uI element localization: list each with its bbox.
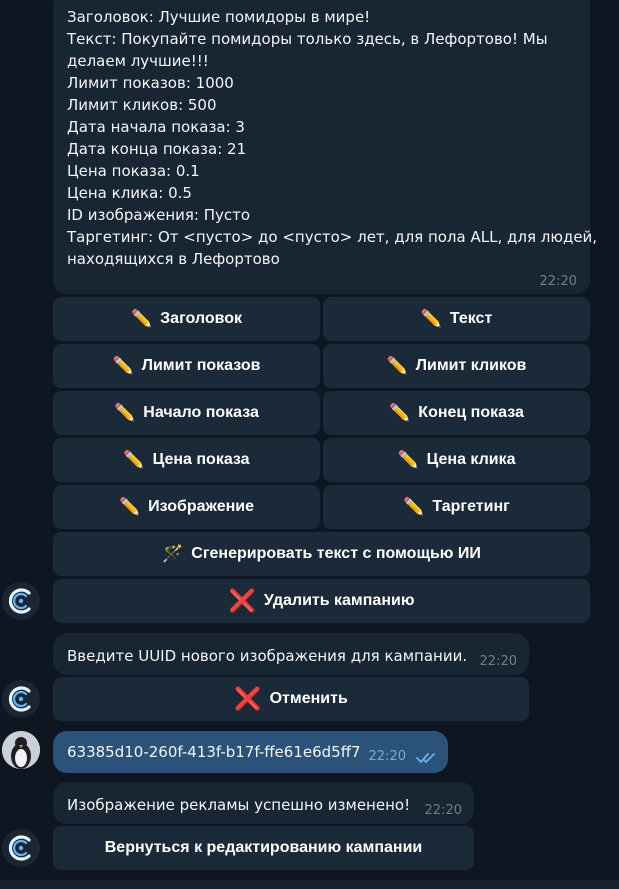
campaign-info-line: находящихся в Лефортово bbox=[67, 250, 280, 268]
campaign-info-line: Таргетинг: От <пусто> до <пусто> лет, дл… bbox=[67, 228, 598, 246]
edit-targeting-button[interactable]: ✏️ Таргетинг bbox=[323, 485, 590, 529]
cancel-button[interactable]: ❌ Отменить bbox=[53, 677, 529, 721]
bot-avatar[interactable] bbox=[2, 680, 40, 718]
double-check-icon bbox=[416, 753, 435, 763]
magic-wand-icon: 🪄 bbox=[162, 544, 184, 564]
button-label: Лимит кликов bbox=[415, 357, 527, 374]
campaign-info-line: Цена клика: 0.5 bbox=[67, 184, 192, 202]
bot-avatar[interactable] bbox=[2, 829, 40, 867]
button-label: Лимит показов bbox=[141, 357, 261, 374]
cross-icon: ❌ bbox=[228, 588, 256, 614]
edit-impression-price-button[interactable]: ✏️ Цена показа bbox=[53, 438, 320, 482]
button-label: Текст bbox=[449, 310, 493, 327]
message-time: 22:20 bbox=[424, 803, 462, 818]
delete-campaign-button[interactable]: ❌ Удалить кампанию bbox=[53, 579, 590, 623]
pencil-icon: ✏️ bbox=[112, 356, 134, 376]
campaign-info-line: Цена показа: 0.1 bbox=[67, 162, 200, 180]
pencil-icon: ✏️ bbox=[389, 403, 411, 423]
edit-impressions-limit-button[interactable]: ✏️ Лимит показов bbox=[53, 344, 320, 388]
campaign-info-line: Дата начала показа: 3 bbox=[67, 118, 245, 136]
generate-ai-text-button[interactable]: 🪄 Сгенерировать текст с помощью ИИ bbox=[53, 532, 590, 576]
campaign-info-line: Лимит показов: 1000 bbox=[67, 74, 234, 92]
button-label: Заголовок bbox=[160, 310, 243, 327]
bot-logo-icon bbox=[2, 680, 40, 718]
campaign-info-line: Лимит кликов: 500 bbox=[67, 96, 217, 114]
button-label: Начало показа bbox=[143, 404, 259, 421]
pencil-icon: ✏️ bbox=[123, 450, 145, 470]
button-label: Удалить кампанию bbox=[263, 592, 415, 609]
campaign-info-line: делаем лучшие!!! bbox=[67, 52, 209, 70]
button-label: Цена клика bbox=[426, 451, 516, 468]
button-label: Изображение bbox=[148, 498, 254, 515]
message-time: 22:20 bbox=[539, 274, 577, 289]
edit-start-button[interactable]: ✏️ Начало показа bbox=[53, 391, 320, 435]
button-label: Отменить bbox=[269, 690, 348, 707]
message-time: 22:20 bbox=[368, 749, 406, 764]
prompt-text: Введите UUID нового изображения для камп… bbox=[67, 647, 468, 665]
button-label: Таргетинг bbox=[432, 498, 510, 515]
bot-logo-icon bbox=[2, 582, 40, 620]
pencil-icon: ✏️ bbox=[386, 356, 408, 376]
button-label: Сгенерировать текст с помощью ИИ bbox=[191, 545, 481, 562]
campaign-info-line: Дата конца показа: 21 bbox=[67, 140, 247, 158]
edit-title-button[interactable]: ✏️ Заголовок bbox=[53, 297, 320, 341]
cross-icon: ❌ bbox=[234, 686, 262, 712]
success-text: Изображение рекламы успешно изменено! bbox=[67, 796, 411, 814]
campaign-info-line: Заголовок: Лучшие помидоры в мире! bbox=[67, 8, 371, 26]
edit-image-button[interactable]: ✏️ Изображение bbox=[53, 485, 320, 529]
prompt-message: Введите UUID нового изображения для камп… bbox=[53, 633, 529, 675]
button-label: Вернуться к редактированию кампании bbox=[104, 839, 423, 856]
edit-text-button[interactable]: ✏️ Текст bbox=[323, 297, 590, 341]
pencil-icon: ✏️ bbox=[119, 497, 141, 517]
back-to-editing-button[interactable]: Вернуться к редактированию кампании bbox=[53, 826, 474, 870]
campaign-info-message: ID кампании: 2431b80f-62f7-4b0c-8f69-d5d… bbox=[53, 0, 598, 294]
pencil-icon: ✏️ bbox=[114, 403, 136, 423]
pencil-icon: ✏️ bbox=[397, 450, 419, 470]
campaign-info-text: ID кампании: 2431b80f-62f7-4b0c-8f69-d5d… bbox=[67, 0, 598, 270]
bot-avatar[interactable] bbox=[2, 582, 40, 620]
campaign-info-line: ID изображения: Пусто bbox=[67, 206, 251, 224]
pencil-icon: ✏️ bbox=[403, 497, 425, 517]
edit-clicks-limit-button[interactable]: ✏️ Лимит кликов bbox=[323, 344, 590, 388]
user-message-text: 63385d10-260f-413f-b17f-ffe61e6d5ff7 bbox=[67, 743, 361, 761]
pencil-icon: ✏️ bbox=[130, 309, 153, 329]
button-label: Конец показа bbox=[418, 404, 524, 421]
input-area-edge bbox=[0, 880, 619, 889]
success-message: Изображение рекламы успешно изменено! 22… bbox=[53, 782, 474, 824]
message-time: 22:20 bbox=[479, 654, 517, 669]
user-avatar[interactable] bbox=[2, 731, 40, 769]
campaign-info-line: Текст: Покупайте помидоры только здесь, … bbox=[67, 30, 548, 48]
penguin-avatar-icon bbox=[2, 731, 40, 769]
edit-end-button[interactable]: ✏️ Конец показа bbox=[323, 391, 590, 435]
pencil-icon: ✏️ bbox=[420, 309, 442, 329]
edit-click-price-button[interactable]: ✏️ Цена клика bbox=[323, 438, 590, 482]
user-message: 63385d10-260f-413f-b17f-ffe61e6d5ff7 22:… bbox=[53, 731, 448, 773]
bot-logo-icon bbox=[2, 829, 40, 867]
button-label: Цена показа bbox=[152, 451, 250, 468]
